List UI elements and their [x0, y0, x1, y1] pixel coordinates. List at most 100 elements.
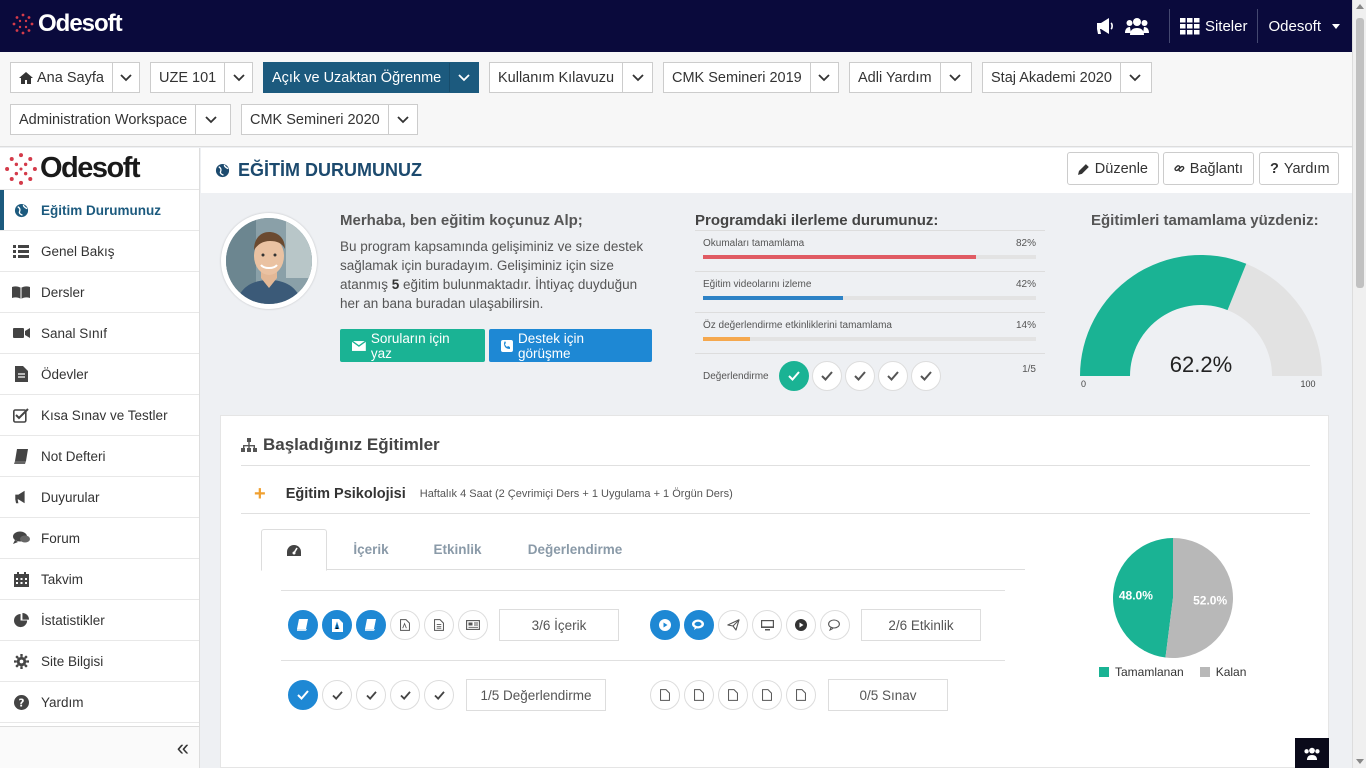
write-questions-button[interactable]: Soruların için yaz: [340, 329, 485, 362]
sidebar-item-kisa-sinav[interactable]: Kısa Sınav ve Testler: [0, 395, 199, 436]
user-menu[interactable]: Odesoft: [1268, 18, 1340, 35]
course-tab-cmk-2020[interactable]: CMK Semineri 2020: [241, 104, 418, 135]
sites-menu[interactable]: Siteler: [1179, 17, 1247, 35]
course-tab-ana-sayfa[interactable]: Ana Sayfa: [10, 62, 140, 93]
exam-file-icon[interactable]: [650, 680, 680, 710]
chevron-down-icon[interactable]: [809, 63, 838, 92]
envelope-icon: [352, 340, 366, 351]
link-button[interactable]: Bağlantı: [1163, 152, 1254, 185]
chevron-down-icon[interactable]: [195, 105, 225, 134]
pdf-file-icon[interactable]: [322, 610, 352, 640]
sidebar-item-genel-bakis[interactable]: Genel Bakış: [0, 231, 199, 272]
chevron-down-icon[interactable]: [224, 63, 252, 92]
announcements-bullhorn-icon[interactable]: [1095, 17, 1115, 35]
sidebar-item-label: Takvim: [41, 571, 84, 587]
check-icon[interactable]: [356, 680, 386, 710]
support-call-button[interactable]: Destek için görüşme: [489, 329, 652, 362]
divider: [695, 312, 1045, 313]
progress-value: 82%: [1015, 238, 1036, 249]
course-tab-staj-akademi[interactable]: Staj Akademi 2020: [982, 62, 1152, 93]
exam-file-icon[interactable]: [752, 680, 782, 710]
sidebar-logo-text: Odesoft: [40, 152, 141, 184]
sidebar-item-duyurular[interactable]: Duyurular: [0, 477, 199, 518]
sidebar-item-forum[interactable]: Forum: [0, 518, 199, 559]
course-tab-cmk-2019[interactable]: CMK Semineri 2019: [663, 62, 839, 93]
sidebar-item-egitim-durumunuz[interactable]: Eğitim Durumunuz: [0, 190, 199, 231]
divider: [281, 660, 1005, 661]
question-icon: ?: [1270, 160, 1279, 177]
link-button-label: Bağlantı: [1189, 160, 1243, 177]
sidebar-item-takvim[interactable]: Takvim: [0, 559, 199, 600]
course-tab-kullanim-kilavuzu[interactable]: Kullanım Kılavuzu: [489, 62, 653, 93]
progress-value: 42%: [1015, 279, 1036, 290]
pdf-file-icon[interactable]: [390, 610, 420, 640]
sidebar-item-sanal-sinif[interactable]: Sanal Sınıf: [0, 313, 199, 354]
play-circle-icon[interactable]: [650, 610, 680, 640]
chat-bubbles-icon[interactable]: [684, 610, 714, 640]
sidebar-logo[interactable]: Odesoft: [0, 148, 199, 190]
book-icon[interactable]: [288, 610, 318, 640]
chat-users-button[interactable]: [1295, 738, 1329, 768]
evaluation-label: Değerlendirme: [703, 371, 769, 382]
sidebar-item-not-defteri[interactable]: Not Defteri: [0, 436, 199, 477]
expand-plus-icon[interactable]: +: [254, 483, 266, 506]
page-scrollbar[interactable]: [1352, 0, 1366, 768]
chat-bubbles-icon[interactable]: [820, 610, 850, 640]
divider: [241, 513, 1310, 514]
user-label: Odesoft: [1268, 17, 1321, 35]
course-tab-label: Açık ve Uzaktan Öğrenme: [272, 69, 442, 86]
check-icon[interactable]: [322, 680, 352, 710]
help-button[interactable]: ? Yardım: [1259, 152, 1339, 185]
exam-file-icon[interactable]: [684, 680, 714, 710]
support-call-label: Destek için görüşme: [517, 330, 584, 361]
course-tab-uze-101[interactable]: UZE 101: [150, 62, 253, 93]
progress-label: Okumaları tamamlama: [703, 238, 805, 249]
users-group-icon[interactable]: [1124, 17, 1149, 35]
sidebar-item-dersler[interactable]: Dersler: [0, 272, 199, 313]
chevron-down-icon[interactable]: [939, 63, 970, 92]
sidebar-collapse-button[interactable]: «: [0, 726, 199, 768]
play-circle-icon[interactable]: [786, 610, 816, 640]
chevron-down-icon[interactable]: [449, 63, 478, 92]
tab-etkinlik[interactable]: Etkinlik: [425, 529, 490, 570]
home-icon: [19, 71, 33, 84]
book-icon[interactable]: [356, 610, 386, 640]
tab-icerik[interactable]: İçerik: [341, 529, 401, 570]
edit-button[interactable]: Düzenle: [1067, 152, 1159, 185]
users-group-icon: [1304, 747, 1320, 760]
exam-file-icon[interactable]: [786, 680, 816, 710]
monitor-icon[interactable]: [752, 610, 782, 640]
bullhorn-icon: [12, 490, 30, 504]
scroll-up-arrow-icon[interactable]: [1356, 4, 1364, 9]
sidebar-item-odevler[interactable]: Ödevler: [0, 354, 199, 395]
tab-degerlendirme[interactable]: Değerlendirme: [515, 529, 635, 570]
chevron-down-icon[interactable]: [622, 63, 652, 92]
tab-dashboard[interactable]: [261, 529, 327, 571]
chevron-down-icon[interactable]: [387, 105, 417, 134]
evaluation-check-icon: [911, 361, 941, 391]
edit-button-label: Düzenle: [1094, 160, 1148, 177]
chevron-down-icon[interactable]: [111, 63, 139, 92]
course-tab-admin-workspace[interactable]: Administration Workspace: [10, 104, 231, 135]
course-tab-adli-yardim[interactable]: Adli Yardım: [849, 62, 972, 93]
sidebar-item-site-bilgisi[interactable]: Site Bilgisi: [0, 641, 199, 682]
scroll-down-arrow-icon[interactable]: [1356, 759, 1364, 764]
top-separator: [1168, 9, 1170, 43]
course-tab-acik-uzaktan[interactable]: Açık ve Uzaktan Öğrenme: [263, 62, 479, 93]
paper-plane-icon[interactable]: [718, 610, 748, 640]
exam-file-icon[interactable]: [718, 680, 748, 710]
check-icon[interactable]: [288, 680, 318, 710]
check-icon[interactable]: [424, 680, 454, 710]
sidebar-item-istatistikler[interactable]: İstatistikler: [0, 600, 199, 641]
chevron-down-icon[interactable]: [1119, 63, 1150, 92]
sidebar-item-yardim[interactable]: ? Yardım: [0, 682, 199, 723]
document-icon[interactable]: [424, 610, 454, 640]
double-chevron-left-icon: «: [176, 734, 189, 760]
course-tab-label: CMK Semineri 2019: [672, 69, 802, 86]
news-card-icon[interactable]: [458, 610, 488, 640]
check-icon[interactable]: [390, 680, 420, 710]
course-row[interactable]: + Eğitim Psikolojisi Haftalık 4 Saat (2 …: [241, 476, 1310, 512]
top-logo[interactable]: Odesoft: [12, 10, 123, 38]
scroll-thumb[interactable]: [1356, 18, 1364, 288]
gauge-min-label: 0: [1081, 379, 1086, 388]
